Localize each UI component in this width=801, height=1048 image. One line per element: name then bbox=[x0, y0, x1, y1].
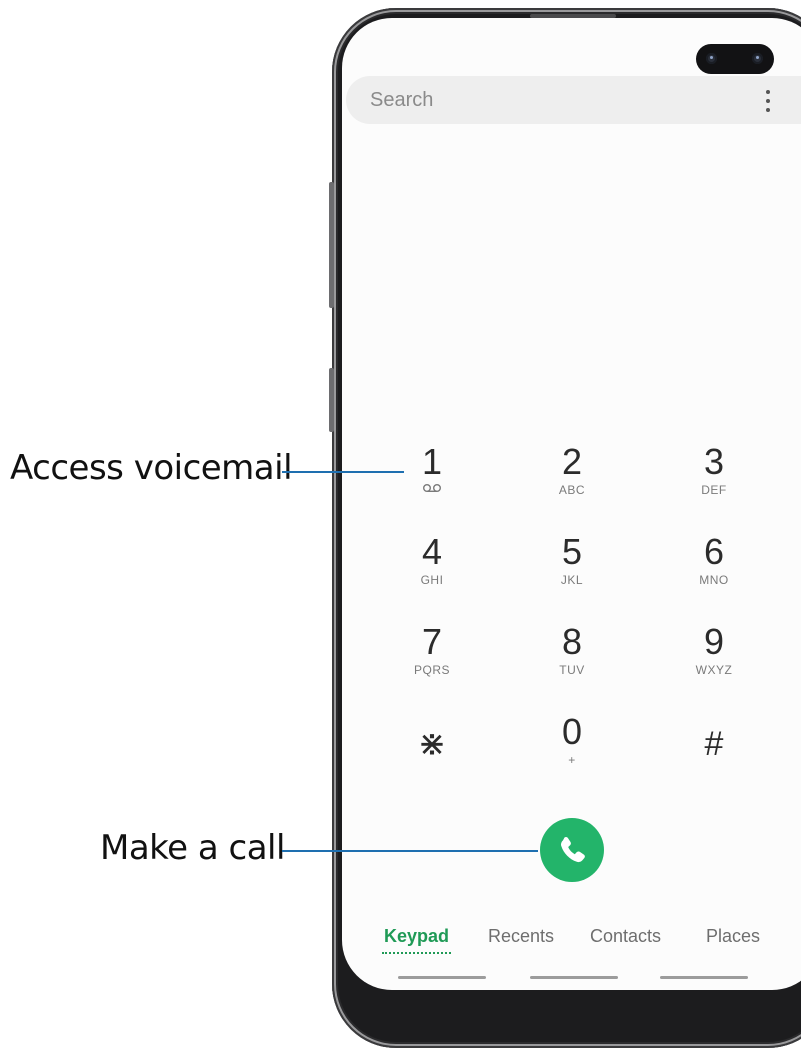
key-letters: GHI bbox=[420, 573, 444, 587]
callout-access-voicemail: Access voicemail bbox=[10, 448, 293, 488]
phone-icon bbox=[561, 836, 585, 863]
key-digit: 6 bbox=[703, 531, 725, 572]
key-digit: 9 bbox=[703, 621, 725, 662]
key-digit: # bbox=[704, 725, 724, 763]
key-9[interactable]: 9 WXYZ bbox=[654, 616, 774, 686]
key-digit: 5 bbox=[561, 531, 583, 572]
phone-screen: Search 1 2 ABC 3 DEF 4 GHI 5 JKL 6 MNO 7… bbox=[342, 18, 801, 990]
tab-places[interactable]: Places bbox=[706, 926, 760, 947]
key-2[interactable]: 2 ABC bbox=[512, 436, 632, 506]
key-6[interactable]: 6 MNO bbox=[654, 526, 774, 596]
key-letters: WXYZ bbox=[695, 663, 733, 677]
tab-keypad[interactable]: Keypad bbox=[381, 926, 452, 954]
search-input[interactable]: Search bbox=[370, 89, 433, 112]
search-bar[interactable]: Search bbox=[346, 76, 801, 124]
callout-leader-line bbox=[282, 850, 538, 852]
key-letters: MNO bbox=[699, 573, 729, 587]
key-hash[interactable]: # bbox=[654, 706, 774, 776]
key-digit: 3 bbox=[703, 441, 725, 482]
key-0[interactable]: 0 + bbox=[512, 706, 632, 776]
nav-back[interactable] bbox=[660, 976, 748, 979]
key-digit: 4 bbox=[421, 531, 443, 572]
key-digit: 1 bbox=[421, 441, 443, 482]
key-letters: DEF bbox=[701, 483, 727, 497]
call-button[interactable] bbox=[540, 818, 604, 882]
front-camera bbox=[696, 44, 774, 74]
key-3[interactable]: 3 DEF bbox=[654, 436, 774, 506]
key-letters: PQRS bbox=[413, 663, 450, 677]
callout-leader-line bbox=[282, 471, 404, 473]
key-letters: ABC bbox=[558, 483, 586, 497]
camera-lens bbox=[752, 53, 763, 64]
tab-contacts[interactable]: Contacts bbox=[590, 926, 661, 947]
voicemail-icon bbox=[423, 484, 441, 493]
key-digit: 7 bbox=[421, 621, 443, 662]
key-digit: 8 bbox=[561, 621, 583, 662]
key-digit: 0 bbox=[561, 711, 583, 752]
key-letters: + bbox=[568, 753, 576, 767]
key-letters: TUV bbox=[559, 663, 585, 677]
key-8[interactable]: 8 TUV bbox=[512, 616, 632, 686]
key-letters: JKL bbox=[560, 573, 584, 587]
dialer-tab-bar: Keypad Recents Contacts Places bbox=[342, 918, 801, 958]
key-digit: 2 bbox=[561, 441, 583, 482]
tab-recents[interactable]: Recents bbox=[488, 926, 554, 947]
callout-make-a-call: Make a call bbox=[100, 828, 285, 868]
nav-home[interactable] bbox=[530, 976, 618, 979]
camera-lens bbox=[706, 53, 717, 64]
key-5[interactable]: 5 JKL bbox=[512, 526, 632, 596]
more-options-icon[interactable] bbox=[765, 90, 771, 112]
key-4[interactable]: 4 GHI bbox=[372, 526, 492, 596]
volume-button bbox=[329, 182, 334, 308]
key-star[interactable]: ⋇ bbox=[372, 706, 492, 776]
nav-recent-apps[interactable] bbox=[398, 976, 486, 979]
key-digit: ⋇ bbox=[417, 725, 447, 763]
key-7[interactable]: 7 PQRS bbox=[372, 616, 492, 686]
side-key bbox=[329, 368, 334, 432]
